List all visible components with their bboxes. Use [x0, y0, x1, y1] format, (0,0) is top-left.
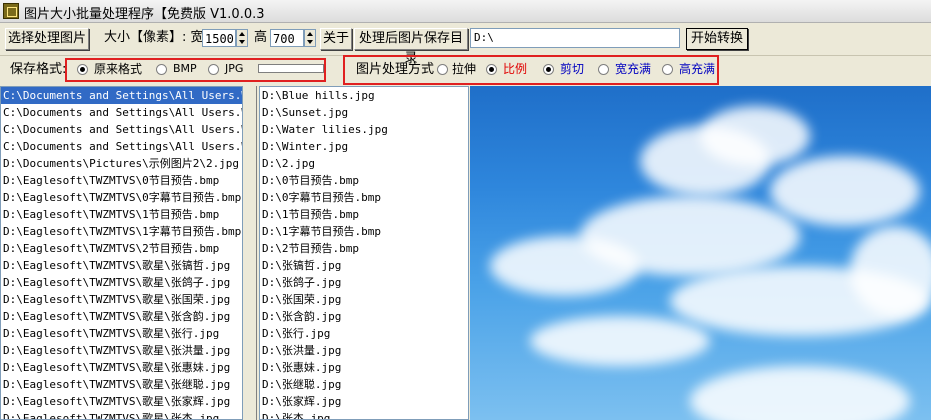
- list-item[interactable]: D:\1字幕节目预告.bmp: [260, 223, 468, 240]
- list-item[interactable]: D:\Eaglesoft\TWZMTVS\歌星\张鸽子.jpg: [1, 274, 242, 291]
- list-item[interactable]: D:\Eaglesoft\TWZMTVS\歌星\张杰.jpg: [1, 410, 242, 419]
- list-item[interactable]: D:\Eaglesoft\TWZMTVS\0节目预告.bmp: [1, 172, 242, 189]
- window-title: 图片大小批量处理程序【免费版 V1.0.0.3: [24, 7, 265, 22]
- list-item[interactable]: D:\张洪量.jpg: [260, 342, 468, 359]
- list-item[interactable]: D:\0节目预告.bmp: [260, 172, 468, 189]
- list-item[interactable]: D:\张杰.jpg: [260, 410, 468, 419]
- list-item[interactable]: D:\Water lilies.jpg: [260, 121, 468, 138]
- list-item[interactable]: D:\Eaglesoft\TWZMTVS\1字幕节目预告.bmp: [1, 223, 242, 240]
- list-item[interactable]: D:\Eaglesoft\TWZMTVS\1节目预告.bmp: [1, 206, 242, 223]
- list-item[interactable]: D:\Winter.jpg: [260, 138, 468, 155]
- width-spinner[interactable]: [236, 29, 248, 47]
- save-dir-input[interactable]: D:\: [470, 28, 680, 48]
- list-item[interactable]: C:\Documents and Settings\All Users.WIND…: [1, 121, 242, 138]
- height-input[interactable]: 700: [270, 29, 304, 47]
- format-highlight-box: [65, 58, 326, 82]
- size-label: 大小【像素】: 宽: [104, 30, 204, 45]
- save-dir-button[interactable]: 处理后图片保存目录: [354, 28, 468, 66]
- list-item[interactable]: D:\0字幕节目预告.bmp: [260, 189, 468, 206]
- list-item[interactable]: D:\张含韵.jpg: [260, 308, 468, 325]
- select-images-button[interactable]: 选择处理图片: [5, 28, 89, 50]
- method-highlight-box: [343, 55, 719, 85]
- app-icon: [3, 3, 19, 19]
- toolbar: 选择处理图片 大小【像素】: 宽 1500 高 700 关于 处理后图片保存目录…: [0, 23, 931, 66]
- height-label: 高: [254, 30, 268, 45]
- height-spinner[interactable]: [304, 29, 316, 47]
- list-item[interactable]: D:\Eaglesoft\TWZMTVS\歌星\张行.jpg: [1, 325, 242, 342]
- list-separator: [256, 86, 257, 420]
- list-item[interactable]: D:\Eaglesoft\TWZMTVS\0字幕节目预告.bmp: [1, 189, 242, 206]
- list-item[interactable]: D:\Eaglesoft\TWZMTVS\歌星\张惠妹.jpg: [1, 359, 242, 376]
- list-item[interactable]: D:\Eaglesoft\TWZMTVS\歌星\张继聪.jpg: [1, 376, 242, 393]
- about-button[interactable]: 关于: [320, 28, 352, 50]
- list-item[interactable]: D:\2.jpg: [260, 155, 468, 172]
- list-item[interactable]: D:\张国荣.jpg: [260, 291, 468, 308]
- list-item[interactable]: D:\张继聪.jpg: [260, 376, 468, 393]
- list-item[interactable]: D:\张行.jpg: [260, 325, 468, 342]
- start-convert-button[interactable]: 开始转换: [686, 28, 748, 50]
- list-item[interactable]: C:\Documents and Settings\All Users.WIND…: [1, 87, 242, 104]
- list-item[interactable]: D:\Eaglesoft\TWZMTVS\2节目预告.bmp: [1, 240, 242, 257]
- list-item[interactable]: D:\Eaglesoft\TWZMTVS\歌星\张国荣.jpg: [1, 291, 242, 308]
- list-item[interactable]: D:\张惠妹.jpg: [260, 359, 468, 376]
- width-input[interactable]: 1500: [202, 29, 236, 47]
- list-item[interactable]: D:\张鸽子.jpg: [260, 274, 468, 291]
- list-item[interactable]: D:\Eaglesoft\TWZMTVS\歌星\张含韵.jpg: [1, 308, 242, 325]
- list-item[interactable]: D:\Eaglesoft\TWZMTVS\歌星\张洪量.jpg: [1, 342, 242, 359]
- output-file-list[interactable]: D:\Blue hills.jpg D:\Sunset.jpg D:\Water l…: [259, 86, 469, 420]
- list-item[interactable]: C:\Documents and Settings\All Users.WIND…: [1, 104, 242, 121]
- save-format-label: 保存格式:: [10, 62, 67, 77]
- list-item[interactable]: D:\张镐哲.jpg: [260, 257, 468, 274]
- list-item[interactable]: D:\张家辉.jpg: [260, 393, 468, 410]
- title-bar: 图片大小批量处理程序【免费版 V1.0.0.3: [0, 0, 931, 23]
- list-item[interactable]: D:\2节目预告.bmp: [260, 240, 468, 257]
- list-item[interactable]: D:\Eaglesoft\TWZMTVS\歌星\张家辉.jpg: [1, 393, 242, 410]
- list-item[interactable]: D:\Eaglesoft\TWZMTVS\歌星\张镐哲.jpg: [1, 257, 242, 274]
- sky-clouds-image: [470, 86, 931, 420]
- list-item[interactable]: D:\Documents\Pictures\示例图片2\2.jpg: [1, 155, 242, 172]
- list-item[interactable]: D:\Sunset.jpg: [260, 104, 468, 121]
- list-item[interactable]: D:\Blue hills.jpg: [260, 87, 468, 104]
- source-file-list[interactable]: C:\Documents and Settings\All Users.WIND…: [0, 86, 243, 420]
- list-item[interactable]: D:\1节目预告.bmp: [260, 206, 468, 223]
- list-item[interactable]: C:\Documents and Settings\All Users.WIND…: [1, 138, 242, 155]
